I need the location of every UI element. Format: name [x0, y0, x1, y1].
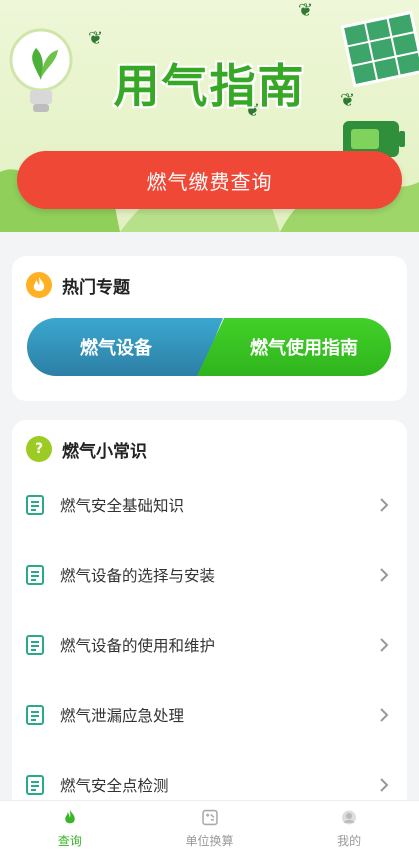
- question-icon: ?: [26, 436, 52, 462]
- list-item[interactable]: 燃气设备的选择与安装: [12, 540, 407, 610]
- butterfly-icon: ❦: [298, 0, 314, 21]
- gas-equipment-button[interactable]: 燃气设备: [27, 318, 223, 376]
- gas-usage-guide-button[interactable]: 燃气使用指南: [197, 318, 391, 376]
- hot-topics-card: 热门专题 燃气设备 燃气使用指南: [12, 256, 407, 401]
- tab-query[interactable]: 查询: [0, 801, 140, 849]
- flame-icon: [65, 809, 75, 824]
- list-item[interactable]: 燃气安全基础知识: [12, 470, 407, 540]
- list-item-label: 燃气安全点检测: [60, 777, 169, 795]
- calculator-icon: [201, 809, 218, 826]
- list-item-label: 燃气设备的选择与安装: [60, 567, 216, 585]
- document-icon: [26, 705, 44, 725]
- document-icon: [26, 635, 44, 655]
- butterfly-icon: ❦: [88, 28, 104, 49]
- hot-topics-header: 热门专题: [26, 272, 130, 298]
- gas-tips-header: ? 燃气小常识: [26, 436, 147, 462]
- list-item-label: 燃气泄漏应急处理: [60, 707, 185, 725]
- hot-topics-title: 热门专题: [62, 277, 130, 298]
- fire-icon: [26, 272, 52, 298]
- tab-query-label: 查询: [57, 834, 82, 848]
- tip-list: 燃气安全基础知识 燃气设备的选择与安装 燃气设备的使用和维护 燃气泄漏应急处理 …: [12, 470, 407, 820]
- banner-title: 用气指南: [113, 59, 306, 113]
- chevron-right-icon: [380, 708, 389, 722]
- bottom-tab-bar: 查询 单位换算 我的: [0, 800, 419, 849]
- tab-mine[interactable]: 我的: [279, 801, 419, 849]
- gas-tips-card: ? 燃气小常识 燃气安全基础知识 燃气设备的选择与安装 燃气设备的使用和维护 燃…: [12, 420, 407, 820]
- chevron-right-icon: [380, 568, 389, 582]
- tab-unit-conversion[interactable]: 单位换算: [140, 801, 280, 849]
- user-icon: [342, 810, 357, 825]
- pay-query-button[interactable]: 燃气缴费查询: [17, 151, 402, 209]
- list-item-label: 燃气设备的使用和维护: [60, 637, 216, 655]
- list-item-label: 燃气安全基础知识: [60, 497, 185, 515]
- list-item[interactable]: 燃气泄漏应急处理: [12, 680, 407, 750]
- list-item[interactable]: 燃气设备的使用和维护: [12, 610, 407, 680]
- chevron-right-icon: [380, 498, 389, 512]
- chevron-right-icon: [380, 778, 389, 792]
- topic-buttons: 燃气设备 燃气使用指南: [27, 318, 391, 376]
- tab-mine-label: 我的: [337, 834, 362, 848]
- chevron-right-icon: [380, 638, 389, 652]
- document-icon: [26, 565, 44, 585]
- document-icon: [26, 495, 44, 515]
- gas-tips-title: 燃气小常识: [62, 441, 147, 462]
- tab-unit-conversion-label: 单位换算: [185, 834, 234, 848]
- document-icon: [26, 775, 44, 795]
